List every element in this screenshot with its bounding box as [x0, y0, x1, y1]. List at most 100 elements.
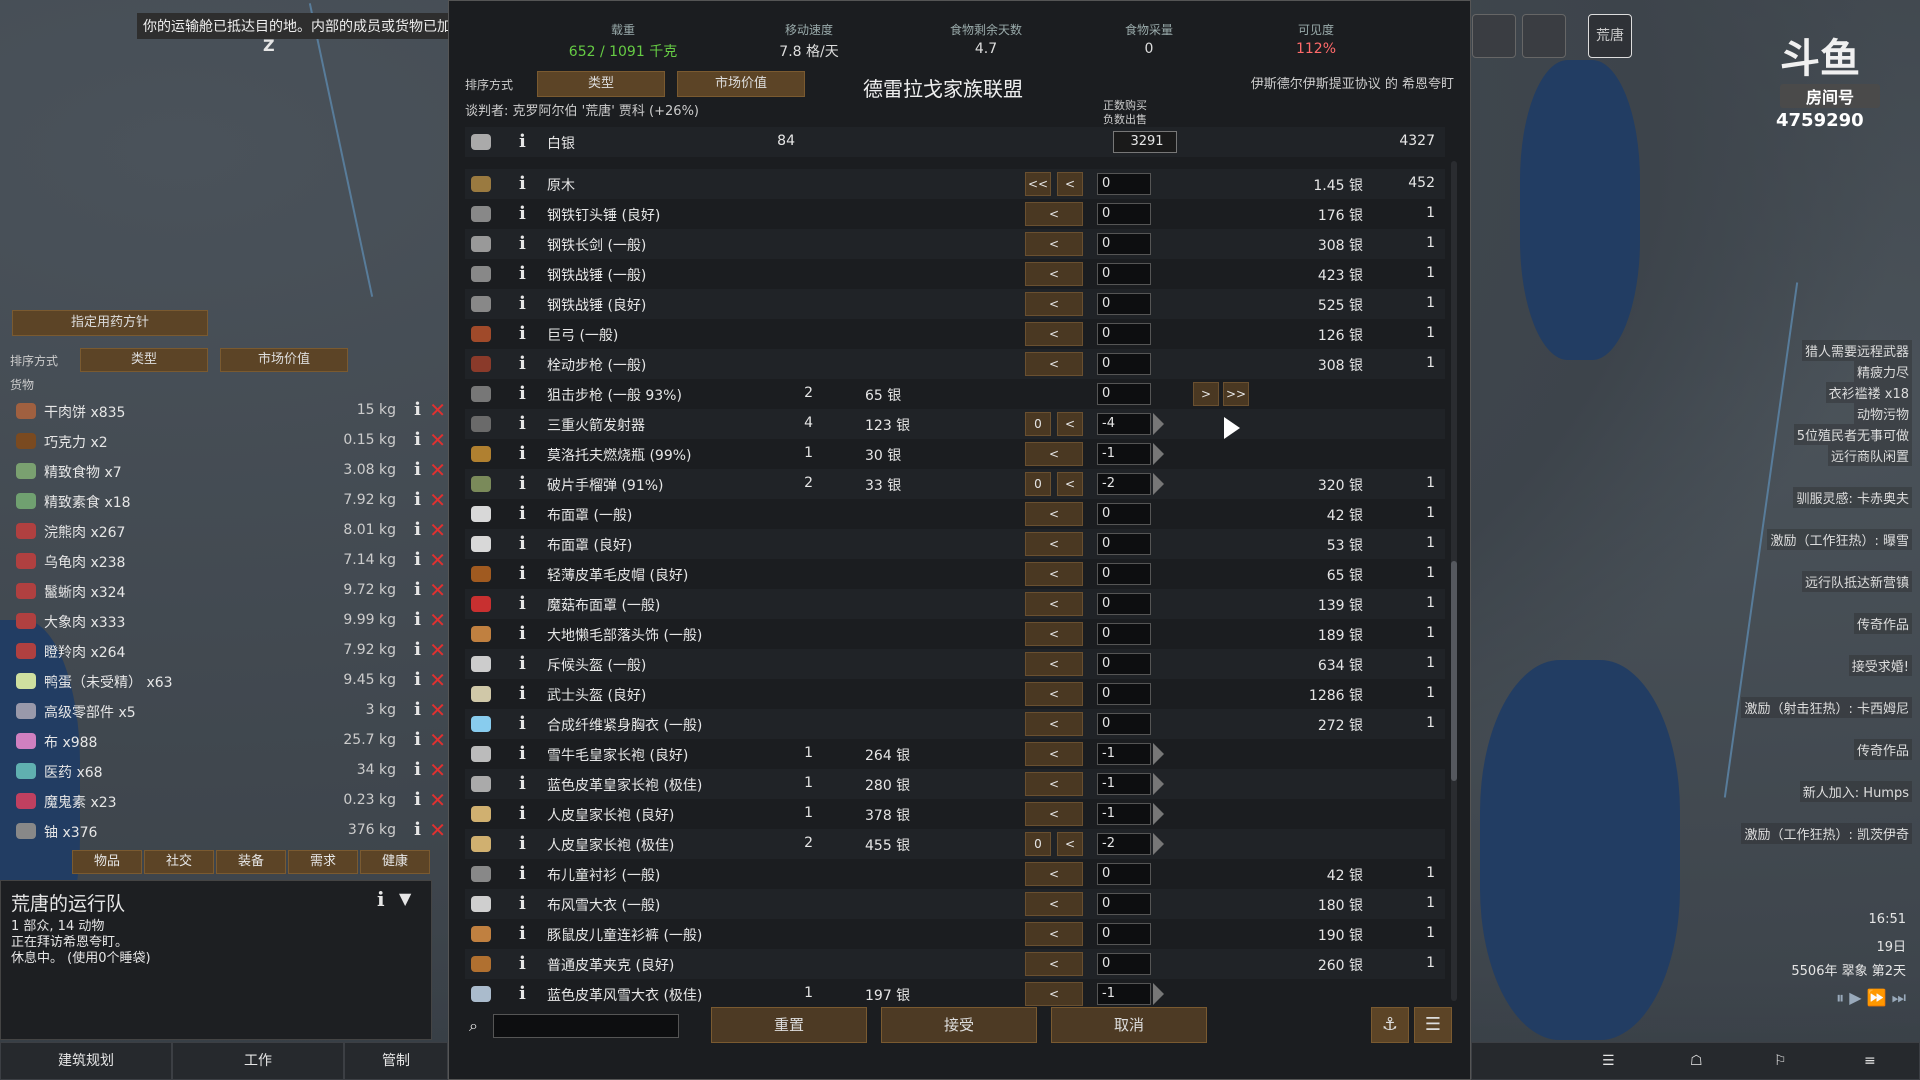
info-icon[interactable]: i	[519, 803, 526, 824]
factions-icon[interactable]: ☖	[1690, 1043, 1703, 1079]
research-icon[interactable]: ☰	[1602, 1043, 1615, 1079]
info-icon[interactable]: i	[519, 131, 526, 152]
info-icon[interactable]: i	[519, 563, 526, 584]
sell-one-button[interactable]: <	[1025, 352, 1083, 376]
alert-item[interactable]: 激励（工作狂热）: 凯茨伊奇	[1741, 823, 1912, 844]
trade-count-input[interactable]: 0	[1097, 353, 1151, 375]
trade-count-input[interactable]: 0	[1097, 233, 1151, 255]
drop-icon[interactable]: ✕	[429, 428, 446, 452]
architect-tab[interactable]: 建筑规划	[0, 1042, 172, 1080]
scrollbar-thumb[interactable]	[1451, 561, 1457, 781]
ideas-icon[interactable]: ⚐	[1774, 1043, 1787, 1079]
info-icon[interactable]: i	[519, 623, 526, 644]
trade-count-input[interactable]: 0	[1097, 263, 1151, 285]
info-icon[interactable]: i	[414, 579, 421, 600]
trade-count-input[interactable]: 0	[1097, 533, 1151, 555]
sort-by-market-value-button[interactable]: 市场价值	[677, 71, 805, 97]
trade-count-input[interactable]: 0	[1097, 923, 1151, 945]
trade-row[interactable]: i 钢铁战锤 (一般) <0 423 银 1	[465, 259, 1445, 289]
trade-row[interactable]: i 破片手榴弹 (91%) 2 33 银 0 < -2 320 银 1	[465, 469, 1445, 499]
alert-item[interactable]: 驯服灵感: 卡赤奥夫	[1793, 487, 1912, 508]
trade-row[interactable]: i 布风雪大衣 (一般) <0 180 银 1	[465, 889, 1445, 919]
inspect-tab[interactable]: 物品	[72, 850, 142, 874]
info-icon[interactable]: i	[519, 953, 526, 974]
buy-all-button[interactable]: >>	[1223, 382, 1249, 406]
info-icon[interactable]: i	[519, 683, 526, 704]
cargo-row[interactable]: 浣熊肉 x267 8.01 kg i ✕	[10, 516, 446, 546]
alert-item[interactable]: 5位殖民者无事可做	[1793, 424, 1912, 445]
cart-icon[interactable]: ☰	[1414, 1007, 1452, 1043]
sell-one-button[interactable]: <	[1057, 172, 1083, 196]
trade-count-input[interactable]: 0	[1097, 953, 1151, 975]
drop-icon[interactable]: ✕	[429, 638, 446, 662]
trade-count-input[interactable]: 0	[1097, 713, 1151, 735]
drop-icon[interactable]: ✕	[429, 548, 446, 572]
alert-item[interactable]: 激励（射击狂热）: 卡西姆尼	[1741, 697, 1912, 718]
search-input[interactable]	[493, 1014, 679, 1038]
drop-icon[interactable]: ✕	[429, 818, 446, 842]
reset-count-button[interactable]: 0	[1025, 412, 1051, 436]
info-icon[interactable]: i	[519, 293, 526, 314]
info-icon[interactable]: i	[519, 443, 526, 464]
cargo-row[interactable]: 鬣蜥肉 x324 9.72 kg i ✕	[10, 576, 446, 606]
trade-count-input[interactable]: 0	[1097, 653, 1151, 675]
info-icon[interactable]: i	[519, 533, 526, 554]
sell-one-button[interactable]: <	[1025, 682, 1083, 706]
sell-one-button[interactable]: <	[1025, 532, 1083, 556]
trade-row[interactable]: i 大地懒毛部落头饰 (一般) <0 189 银 1	[465, 619, 1445, 649]
trade-row[interactable]: i 栓动步枪 (一般) <0 308 银 1	[465, 349, 1445, 379]
trade-count-input[interactable]: -2	[1097, 833, 1151, 855]
cargo-row[interactable]: 铀 x376 376 kg i ✕	[10, 816, 446, 846]
alert-item[interactable]: 猎人需要远程武器	[1801, 340, 1912, 361]
info-icon[interactable]: i	[414, 609, 421, 630]
trade-row[interactable]: i 钢铁战锤 (良好) <0 525 银 1	[465, 289, 1445, 319]
trade-row[interactable]: i 豚鼠皮儿童连衫裤 (一般) <0 190 银 1	[465, 919, 1445, 949]
buy-one-button[interactable]: >	[1193, 382, 1219, 406]
trade-row[interactable]: i 人皮皇家长袍 (良好) 1 378 银 < -1	[465, 799, 1445, 829]
alert-item[interactable]: 新人加入: Humps	[1799, 781, 1912, 802]
speed-controls[interactable]: ⏸ ▶ ⏩ ⏭	[1836, 988, 1906, 1008]
cargo-row[interactable]: 精致素食 x18 7.92 kg i ✕	[10, 486, 446, 516]
sell-one-button[interactable]: <	[1025, 652, 1083, 676]
restrict-tab[interactable]: 管制	[344, 1042, 448, 1080]
info-icon[interactable]: i	[519, 743, 526, 764]
trade-row[interactable]: i 人皮皇家长袍 (极佳) 2 455 银 0 < -2	[465, 829, 1445, 859]
info-icon[interactable]: i	[519, 773, 526, 794]
trade-row[interactable]: i 蓝色皮革皇家长袍 (极佳) 1 280 银 < -1	[465, 769, 1445, 799]
cargo-row[interactable]: 布 x988 25.7 kg i ✕	[10, 726, 446, 756]
sell-one-button[interactable]: <	[1025, 802, 1083, 826]
info-icon[interactable]: i	[414, 759, 421, 780]
sell-one-button[interactable]: <	[1025, 772, 1083, 796]
trade-row[interactable]: i 原木 << <0 1.45 银 452	[465, 169, 1445, 199]
inspect-tab[interactable]: 需求	[288, 850, 358, 874]
info-icon[interactable]: i	[519, 593, 526, 614]
info-icon[interactable]: i	[519, 203, 526, 224]
trade-row[interactable]: i 三重火箭发射器 4 123 银 0 < -4	[465, 409, 1445, 439]
drop-icon[interactable]: ✕	[429, 698, 446, 722]
info-icon[interactable]: i	[377, 887, 385, 911]
cargo-row[interactable]: 魔鬼素 x23 0.23 kg i ✕	[10, 786, 446, 816]
trade-row[interactable]: i 雪牛毛皇家长袍 (良好) 1 264 银 < -1	[465, 739, 1445, 769]
alert-item[interactable]: 传奇作品	[1853, 739, 1912, 760]
info-icon[interactable]: i	[414, 489, 421, 510]
info-icon[interactable]: i	[519, 353, 526, 374]
info-icon[interactable]: i	[414, 399, 421, 420]
sell-one-button[interactable]: <	[1025, 952, 1083, 976]
info-icon[interactable]: i	[519, 983, 526, 1004]
trade-row[interactable]: i 武士头盔 (良好) <0 1286 银 1	[465, 679, 1445, 709]
trade-count-input[interactable]: 0	[1097, 293, 1151, 315]
trade-count-input[interactable]: -4	[1097, 413, 1151, 435]
inspect-tab[interactable]: 社交	[144, 850, 214, 874]
trade-row[interactable]: i 普通皮革夹克 (良好) <0 260 银 1	[465, 949, 1445, 979]
colonist-portrait[interactable]	[1472, 14, 1516, 58]
sell-one-button[interactable]: <	[1057, 472, 1083, 496]
info-icon[interactable]: i	[519, 233, 526, 254]
info-icon[interactable]: i	[414, 789, 421, 810]
info-icon[interactable]: i	[414, 519, 421, 540]
reset-count-button[interactable]: 0	[1025, 832, 1051, 856]
sell-one-button[interactable]: <	[1025, 742, 1083, 766]
sell-one-button[interactable]: <	[1025, 592, 1083, 616]
drop-icon[interactable]: ✕	[429, 518, 446, 542]
alert-item[interactable]: 传奇作品	[1853, 613, 1912, 634]
info-icon[interactable]: i	[519, 863, 526, 884]
